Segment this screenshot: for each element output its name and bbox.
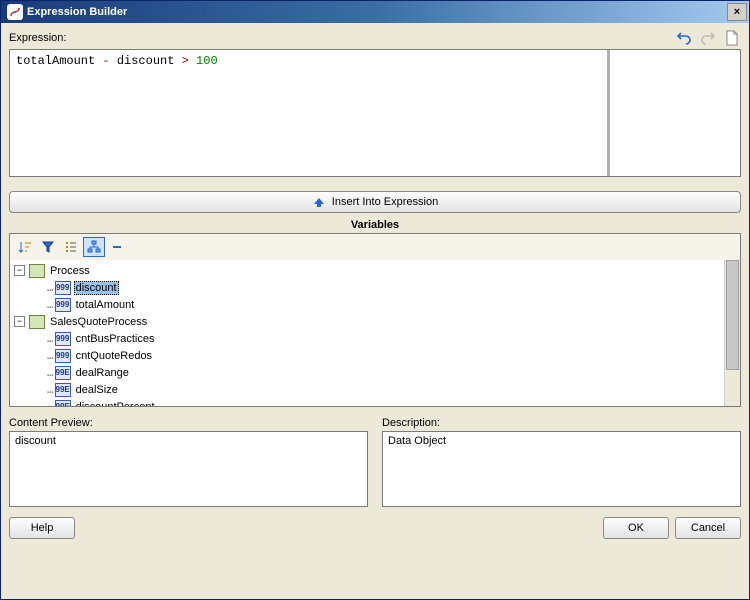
content-preview-box: discount [9, 431, 368, 507]
variable-icon: 99E [55, 366, 71, 380]
sort-icon [18, 240, 32, 254]
expression-label: Expression: [9, 32, 66, 44]
titlebar[interactable]: Expression Builder × [1, 1, 749, 23]
new-doc-button[interactable] [723, 29, 741, 47]
tree-row[interactable]: …999cntQuoteRedos [14, 347, 722, 364]
variable-icon: 999 [55, 349, 71, 363]
insert-into-expression-button[interactable]: Insert Into Expression [9, 191, 741, 213]
variable-icon: 99E [55, 383, 71, 397]
folder-icon [29, 315, 45, 329]
help-button[interactable]: Help [9, 517, 75, 539]
tree-row[interactable]: − Process [14, 262, 722, 279]
expression-builder-dialog: Expression Builder × Expression: totalAm… [0, 0, 750, 600]
toggle-spacer [32, 299, 43, 310]
insert-button-label: Insert Into Expression [332, 196, 438, 208]
window-title: Expression Builder [27, 6, 727, 18]
filter-icon-button[interactable] [37, 237, 59, 257]
variables-heading: Variables [9, 219, 741, 231]
tree-node-label[interactable]: discountPercent [74, 401, 157, 407]
cancel-button[interactable]: Cancel [675, 517, 741, 539]
dialog-content: Expression: totalAmount - discount > 100 [1, 23, 749, 599]
collapse-toggle[interactable]: − [14, 265, 25, 276]
tree-connector: … [47, 349, 53, 362]
expression-editor[interactable]: totalAmount - discount > 100 [9, 49, 741, 177]
folder-icon [29, 264, 45, 278]
toggle-spacer [32, 350, 43, 361]
description-label: Description: [382, 417, 741, 429]
tree-connector: … [47, 298, 53, 311]
toggle-spacer [32, 384, 43, 395]
tree-connector: … [47, 281, 53, 294]
tree-connector: … [47, 332, 53, 345]
content-preview-label: Content Preview: [9, 417, 368, 429]
list-icon [64, 240, 78, 254]
expr-token: discount [117, 54, 175, 68]
tree-row[interactable]: − SalesQuoteProcess [14, 313, 722, 330]
redo-button[interactable] [699, 29, 717, 47]
toggle-spacer [32, 282, 43, 293]
variable-icon: 999 [55, 281, 71, 295]
undo-button[interactable] [675, 29, 693, 47]
tree-node-label[interactable]: totalAmount [74, 299, 137, 311]
toggle-spacer [32, 367, 43, 378]
content-preview-value: discount [15, 435, 56, 447]
variables-panel: −Process…999discount…999totalAmount−Sale… [9, 233, 741, 407]
tree-row[interactable]: …99EdiscountPercent [14, 398, 722, 406]
variable-icon: 999 [55, 332, 71, 346]
tree-connector: … [47, 383, 53, 396]
collapse-icon [110, 240, 124, 254]
tree-scrollbar[interactable] [724, 260, 740, 406]
tree-row[interactable]: …99EdealRange [14, 364, 722, 381]
tree-node-label[interactable]: SalesQuoteProcess [48, 316, 149, 328]
close-button[interactable]: × [727, 3, 747, 21]
expression-text[interactable]: totalAmount - discount > 100 [10, 50, 610, 176]
tree-node-label[interactable]: dealSize [74, 384, 120, 396]
expr-token: totalAmount [16, 54, 95, 68]
expression-toolbar [675, 29, 741, 47]
redo-icon [700, 30, 716, 46]
list-icon-button[interactable] [60, 237, 82, 257]
tree-row[interactable]: …99EdealSize [14, 381, 722, 398]
tree-row[interactable]: …999totalAmount [14, 296, 722, 313]
variables-toolbar [10, 234, 740, 260]
expr-token: 100 [196, 54, 218, 68]
description-box: Data Object [382, 431, 741, 507]
tree-node-label[interactable]: cntQuoteRedos [74, 350, 154, 362]
scrollbar-thumb[interactable] [726, 260, 739, 370]
new-doc-icon [725, 30, 739, 46]
tree-connector: … [47, 366, 53, 379]
tree-connector: … [47, 400, 53, 406]
filter-icon [41, 240, 55, 254]
ok-button[interactable]: OK [603, 517, 669, 539]
expr-token: > [174, 54, 196, 68]
insert-up-icon [312, 196, 326, 208]
description-value: Data Object [388, 435, 446, 447]
hierarchy-icon-button[interactable] [83, 237, 105, 257]
tree-node-label[interactable]: dealRange [74, 367, 131, 379]
expression-side-panel [610, 50, 740, 176]
tree-node-label[interactable]: Process [48, 265, 92, 277]
variable-icon: 99E [55, 400, 71, 407]
close-icon: × [734, 6, 740, 18]
variables-tree[interactable]: −Process…999discount…999totalAmount−Sale… [10, 260, 724, 406]
sort-icon-button[interactable] [14, 237, 36, 257]
tree-row[interactable]: …999discount [14, 279, 722, 296]
hierarchy-icon [87, 240, 101, 254]
expr-token: - [95, 54, 117, 68]
app-icon [7, 4, 23, 20]
tree-row[interactable]: …999cntBusPractices [14, 330, 722, 347]
variable-icon: 999 [55, 298, 71, 312]
undo-icon [676, 30, 692, 46]
toggle-spacer [32, 333, 43, 344]
tree-node-label[interactable]: cntBusPractices [74, 333, 157, 345]
collapse-toggle[interactable]: − [14, 316, 25, 327]
toggle-spacer [32, 401, 43, 406]
collapse-icon-button[interactable] [106, 237, 128, 257]
tree-node-label[interactable]: discount [74, 281, 119, 295]
